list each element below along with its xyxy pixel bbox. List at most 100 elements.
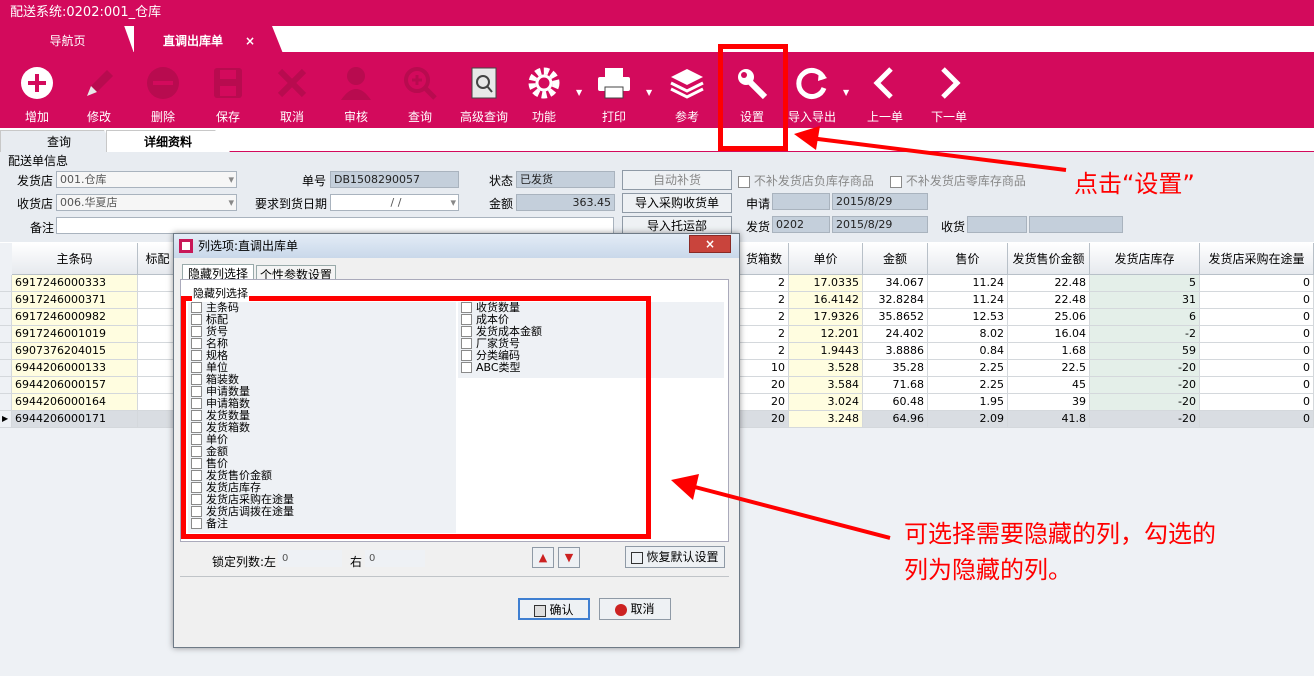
table-cell [138,326,178,343]
cancel-icon [615,603,628,616]
save-button[interactable]: 保存 [197,56,259,128]
table-cell: 41.8 [1008,411,1090,428]
table-cell: 6944206000164 [12,394,138,411]
from-store-label: 发货店 [17,174,54,188]
tab-direct-outbound[interactable]: 直调出库单 × [134,26,284,56]
function-button[interactable]: 功能 [513,56,575,128]
delete-button[interactable]: 删除 [132,56,194,128]
row-indicator [0,377,12,394]
edit-button[interactable]: 修改 [68,56,130,128]
note-input[interactable] [56,217,614,234]
table-cell: -20 [1090,377,1200,394]
tab-details[interactable]: 详细资料 [106,130,230,152]
tab-close-icon[interactable]: × [245,34,255,48]
table-cell: 0 [1200,394,1314,411]
arrival-date-label: 要求到货日期 [255,197,328,211]
move-down-button[interactable]: ▼ [558,547,580,568]
confirm-icon [534,604,547,617]
arrival-date-input[interactable]: / / ▾ [330,194,459,211]
tab-query[interactable]: 查询 [0,130,118,152]
import-purchase-receipt-button[interactable]: 导入采购收货单 [622,193,732,213]
pencil-icon [87,70,113,96]
lock-right-input[interactable]: 0 [365,550,425,567]
from-store-select[interactable]: 001.仓库 ▾ [56,171,237,188]
print-dropdown-icon[interactable]: ▼ [646,88,652,97]
table-cell: 2.25 [928,377,1008,394]
table-cell: 2.25 [928,360,1008,377]
table-cell: 22.48 [1008,292,1090,309]
table-cell: 3.528 [789,360,863,377]
table-cell: 35.8652 [863,309,928,326]
table-cell: 39 [1008,394,1090,411]
table-cell [138,377,178,394]
search-document-icon [471,67,497,99]
dialog-close-button[interactable]: × [689,235,731,253]
chevron-down-icon: ▾ [228,173,234,186]
restore-defaults-button[interactable]: 恢复默认设置 [625,546,725,568]
plus-circle-icon [21,67,53,99]
col-header-amount[interactable]: 金额 [863,243,928,275]
to-store-select[interactable]: 006.华夏店 ▾ [56,194,237,211]
annotation-hide-columns-line2: 列为隐藏的列。 [904,556,1072,584]
col-header-stock[interactable]: 发货店库存 [1090,243,1200,275]
cancel-button[interactable]: 取消 [261,56,323,128]
receive-date-field [1029,216,1123,233]
table-cell: 0.84 [928,343,1008,360]
section-title: 配送单信息 [8,154,69,168]
col-header-barcode[interactable]: 主条码 [12,243,138,275]
col-header-standard[interactable]: 标配 [138,243,178,275]
table-cell: 25.06 [1008,309,1090,326]
table-cell: 22.5 [1008,360,1090,377]
row-indicator [0,275,12,292]
table-cell: 20 [740,411,789,428]
table-cell: 20 [740,394,789,411]
dialog-title-bar: 列选项:直调出库单 × [174,234,739,258]
table-cell: 1.95 [928,394,1008,411]
ship-label: 发货 [746,220,771,234]
reference-button[interactable]: 参考 [656,56,718,128]
table-cell: 6917246000333 [12,275,138,292]
table-cell: 20 [740,377,789,394]
receive-label: 收货 [941,220,966,234]
query-button[interactable]: 查询 [389,56,451,128]
col-header-price[interactable]: 单价 [789,243,863,275]
function-dropdown-icon[interactable]: ▼ [576,88,582,97]
table-cell: 8.02 [928,326,1008,343]
chevron-left-icon [873,67,893,99]
checkbox-icon [738,175,750,188]
table-cell: 16.4142 [789,292,863,309]
gear-icon [528,67,560,99]
receive-user-field [967,216,1027,233]
dialog-cancel-button[interactable]: 取消 [599,598,671,620]
arrow-up-icon: ▲ [538,551,548,564]
auto-restock-button[interactable]: 自动补货 [622,170,732,190]
table-cell: 6907376204015 [12,343,138,360]
approve-button[interactable]: 审核 [325,56,387,128]
col-header-sale-amount[interactable]: 发货售价金额 [1008,243,1090,275]
print-button[interactable]: 打印 [583,56,645,128]
table-cell: 2 [740,343,789,360]
col-header-in-transit[interactable]: 发货店采购在途量 [1200,243,1314,275]
advanced-query-button[interactable]: 高级查询 [453,56,515,128]
table-cell: 35.28 [863,360,928,377]
import-export-dropdown-icon[interactable]: ▼ [843,88,849,97]
table-cell [138,275,178,292]
settings-highlight-box [718,44,788,151]
table-cell: 60.48 [863,394,928,411]
lock-columns-label: 锁定列数:左 [212,555,277,569]
table-cell: 3.584 [789,377,863,394]
col-header-sale-price[interactable]: 售价 [928,243,1008,275]
chevron-right-icon [941,67,961,99]
add-button[interactable]: 增加 [6,56,68,128]
confirm-button[interactable]: 确认 [518,598,590,620]
table-cell: 12.201 [789,326,863,343]
table-cell: 1.9443 [789,343,863,360]
table-cell [138,411,178,428]
table-cell: 0 [1200,309,1314,326]
move-up-button[interactable]: ▲ [532,547,554,568]
tab-navigation[interactable]: 导航页 [0,26,135,56]
table-cell [138,292,178,309]
close-icon: × [704,237,716,251]
lock-left-input[interactable]: 0 [278,550,342,567]
col-header-boxes[interactable]: 货箱数 [740,243,789,275]
